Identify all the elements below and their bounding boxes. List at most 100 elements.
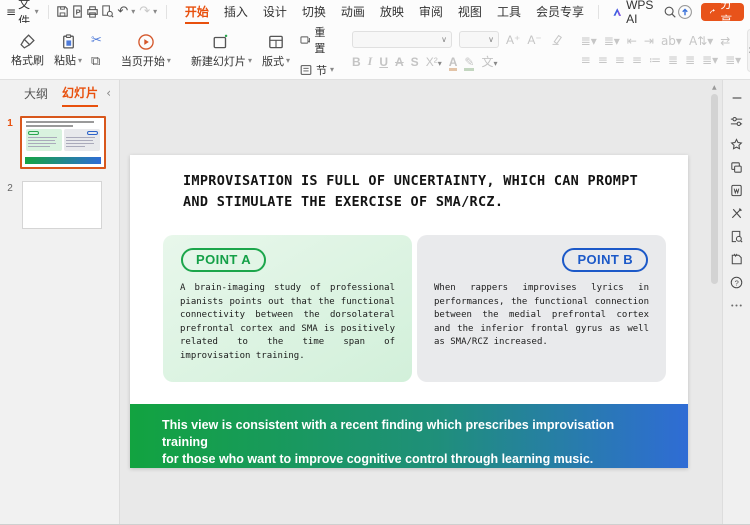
help-icon[interactable]: ?: [729, 274, 745, 290]
share-icon: [709, 6, 716, 17]
slide-layout-label: 版式: [262, 53, 284, 69]
collapse-sidebar-button[interactable]: [729, 90, 745, 106]
alignment-tool-icon: ≣▾: [725, 53, 741, 67]
print-preview-button[interactable]: [100, 3, 115, 20]
slide-layout-button[interactable]: 版式▾: [257, 25, 295, 76]
ribbon-toolbar: 格式刷 粘贴▾ ✂ ⧉ 当页开始▾ 新建幻灯片▾ 版式▾ 重置: [0, 23, 750, 80]
paste-icon: [60, 33, 77, 50]
reset-icon: [299, 33, 311, 47]
tab-slides[interactable]: 幻灯片: [62, 80, 98, 107]
section-button[interactable]: 节 ▾: [299, 62, 334, 78]
play-icon: [137, 33, 155, 51]
ribbon-tabs: 开始插入设计切换动画放映审阅视图工具会员专享: [178, 0, 591, 24]
cut-button[interactable]: ✂: [91, 33, 102, 48]
menu-tab[interactable]: 开始: [178, 0, 216, 24]
scrollbar-thumb[interactable]: [711, 94, 718, 284]
hamburger-icon[interactable]: ≡: [6, 5, 16, 19]
share-button[interactable]: 分享: [701, 3, 744, 21]
search-button[interactable]: [663, 3, 677, 20]
cloud-upload-icon: [677, 4, 693, 20]
menu-tab[interactable]: 工具: [490, 0, 528, 24]
banner-line1: This view is consistent with a recent fi…: [162, 417, 648, 451]
reset-slide-button[interactable]: 重置: [299, 24, 334, 56]
alignment-tool-icon: ≡: [598, 53, 608, 67]
new-slide-button[interactable]: 新建幻灯片▾: [186, 25, 257, 76]
slide-1-thumbnail[interactable]: [20, 116, 106, 169]
play-from-current-button[interactable]: 当页开始▾: [116, 25, 176, 76]
highlight-color-button: ✎: [464, 55, 474, 69]
clip-document-icon[interactable]: [729, 251, 745, 267]
more-options-icon[interactable]: [729, 297, 745, 313]
redo-icon: ↷: [139, 4, 150, 19]
cloud-upload-button[interactable]: [677, 3, 693, 20]
point-a-box[interactable]: POINT A A brain-imaging study of profess…: [163, 235, 412, 382]
menu-tab[interactable]: 视图: [451, 0, 489, 24]
undo-icon: ↶: [117, 4, 128, 19]
menu-tab[interactable]: 动画: [334, 0, 372, 24]
redo-dropdown-icon[interactable]: ▾: [153, 7, 157, 16]
clear-format-icon: [549, 33, 563, 47]
slide-canvas-area[interactable]: IMPROVISATION IS FULL OF UNCERTAINTY, WH…: [120, 80, 722, 524]
paragraph-tool-icon: ≣▾: [604, 34, 620, 48]
tab-outline[interactable]: 大纲: [24, 81, 48, 106]
word-art-icon[interactable]: [729, 182, 745, 198]
wps-ai-button[interactable]: WPS AI: [612, 0, 657, 26]
paste-button[interactable]: 粘贴▾: [49, 25, 87, 76]
menu-tab[interactable]: 设计: [256, 0, 294, 24]
wps-presentation-window: ≡ 文件 ▾ P ↶ ▾ ↷ ▾ 开始插入设计切换动画放映审阅视图工具会员专享: [0, 0, 750, 525]
section-label: 节: [316, 62, 327, 78]
alignment-tool-icon: ≣: [685, 53, 695, 67]
phonetic-guide-button: 文▾: [481, 53, 497, 70]
menu-tab[interactable]: 切换: [295, 0, 333, 24]
export-pdf-button[interactable]: P: [70, 3, 85, 20]
point-b-box[interactable]: POINT B When rappers improvises lyrics i…: [417, 235, 666, 382]
slide-2-thumbnail[interactable]: [22, 181, 102, 229]
divider: [598, 5, 599, 19]
paste-label: 粘贴: [54, 52, 76, 68]
properties-sliders-icon[interactable]: [729, 113, 745, 129]
decrease-font-button: A⁻: [527, 33, 541, 47]
redo-button[interactable]: ↷ ▾: [137, 4, 159, 19]
print-button[interactable]: [85, 3, 100, 20]
underline-button: U: [379, 55, 388, 69]
menu-tab[interactable]: 插入: [217, 0, 255, 24]
reset-slide-label: 重置: [314, 24, 334, 56]
svg-text:?: ?: [735, 278, 739, 287]
format-painter-label: 格式刷: [11, 52, 44, 68]
document-search-icon[interactable]: [729, 228, 745, 244]
font-group: ∨ ∨ A⁺ A⁻ B I U A S X²▾ A ✎ 文▾: [348, 25, 567, 76]
chevron-down-icon: ▾: [78, 56, 82, 65]
conclusion-banner[interactable]: This view is consistent with a recent fi…: [130, 404, 688, 468]
favorites-star-icon[interactable]: [729, 136, 745, 152]
collapse-panel-icon[interactable]: ‹: [106, 86, 111, 100]
new-slide-label: 新建幻灯片: [191, 53, 246, 69]
pdf-icon: P: [70, 4, 85, 19]
slide-1-number: 1: [0, 116, 20, 169]
copy-button[interactable]: ⧉: [91, 54, 102, 69]
slide-title-line2: AND STIMULATE THE EXERCISE OF SMA/RCZ.: [183, 192, 658, 213]
strikethrough-button: A: [395, 55, 404, 69]
scroll-up-icon[interactable]: ▲: [712, 84, 717, 91]
undo-button[interactable]: ↶ ▾: [115, 4, 137, 19]
new-slide-icon: [212, 33, 230, 51]
format-painter-button[interactable]: 格式刷: [6, 25, 49, 76]
paragraph-group: ≣▾≣▾⇤⇥ab▾A⇅▾⇄ ≡≡≡≡≔≣≣≣▾≣▾: [577, 25, 746, 76]
alignment-tool-icon: ≣▾: [702, 53, 718, 67]
save-button[interactable]: [55, 3, 70, 20]
slide-editor[interactable]: IMPROVISATION IS FULL OF UNCERTAINTY, WH…: [130, 155, 688, 468]
menu-tab[interactable]: 审阅: [412, 0, 450, 24]
vertical-scrollbar[interactable]: ▲: [711, 86, 719, 524]
undo-dropdown-icon[interactable]: ▾: [131, 7, 135, 16]
menu-tab[interactable]: 放映: [373, 0, 411, 24]
right-sidebar: ?: [722, 80, 750, 524]
point-a-text: A brain-imaging study of professional pi…: [180, 282, 395, 364]
point-b-badge: POINT B: [562, 248, 648, 272]
divider: [166, 5, 167, 19]
slide-title[interactable]: IMPROVISATION IS FULL OF UNCERTAINTY, WH…: [183, 171, 658, 213]
design-tools-icon[interactable]: [729, 205, 745, 221]
slide-2-number: 2: [0, 181, 20, 229]
menu-tab[interactable]: 会员专享: [529, 0, 591, 24]
divider: [48, 5, 49, 19]
shapes-layers-icon[interactable]: [729, 159, 745, 175]
text-shadow-button: S: [411, 55, 419, 69]
